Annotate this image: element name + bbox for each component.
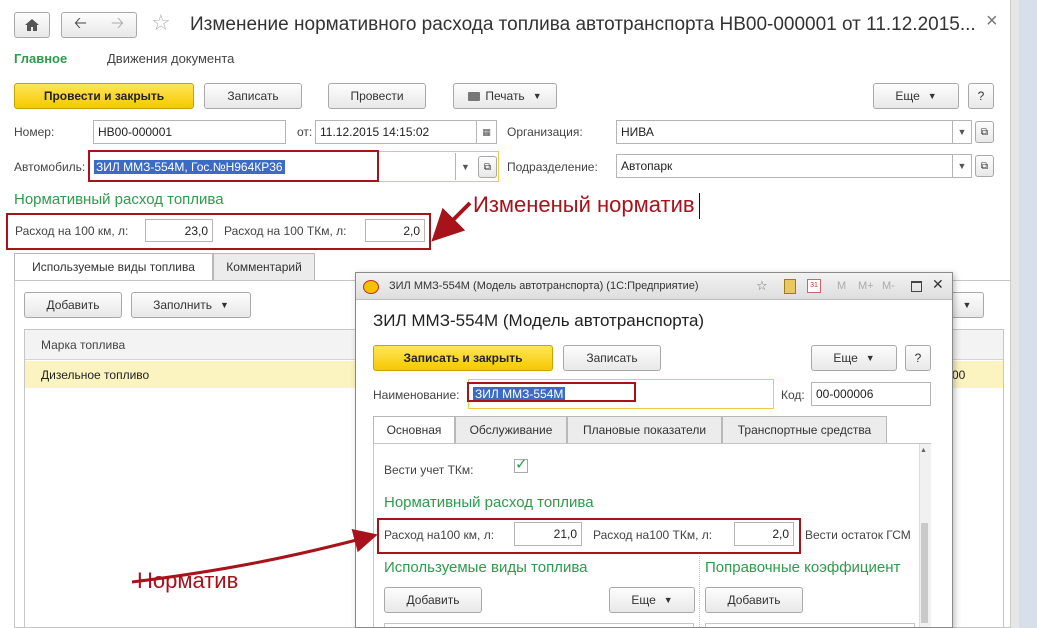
changed-norm-arrow xyxy=(431,201,472,242)
norm-annotation: Норматив xyxy=(137,568,239,593)
annotation-arrows xyxy=(131,201,472,584)
